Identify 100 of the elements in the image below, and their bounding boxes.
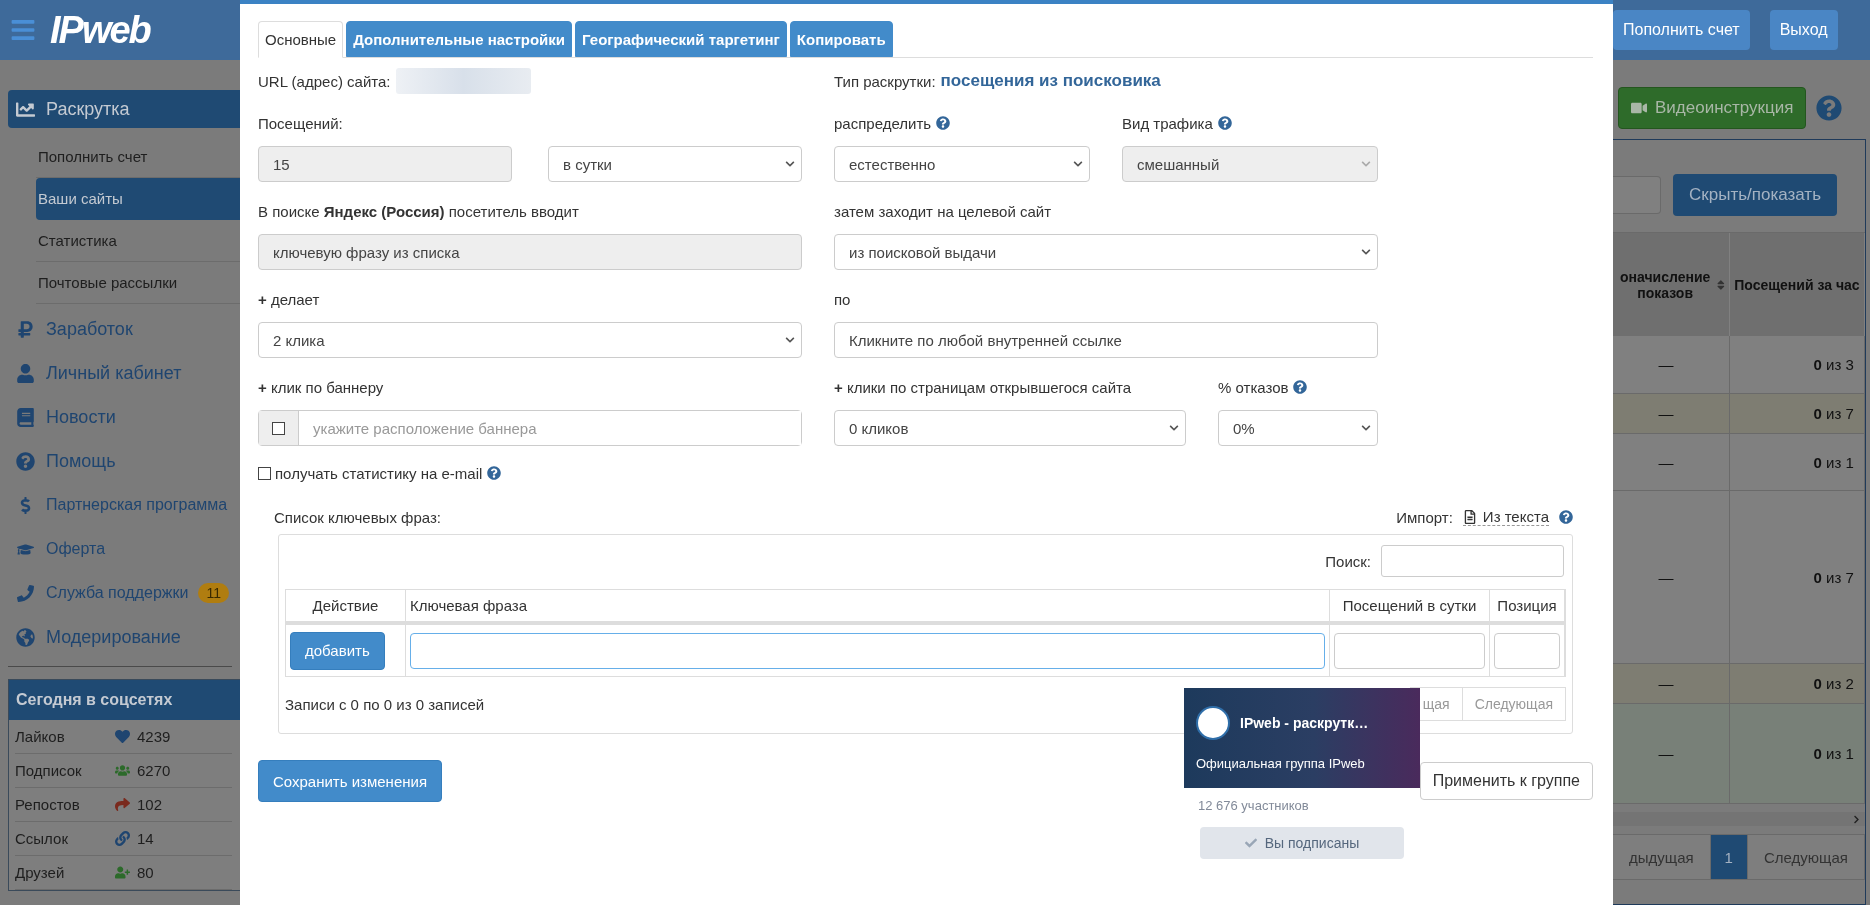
chevron-icon — [1361, 159, 1371, 169]
menu-item[interactable]: Раскрутка — [8, 90, 240, 128]
field-label: распределить — [834, 114, 932, 132]
help-icon[interactable] — [1217, 116, 1232, 130]
submenu-item[interactable]: Ваши сайты — [36, 178, 240, 220]
chevron-icon — [1169, 423, 1179, 433]
stat-label: Репостов — [15, 796, 81, 813]
pagination-button[interactable]: Следующая — [1746, 834, 1865, 880]
field-label: Вид трафика — [1122, 114, 1213, 132]
add-button[interactable]: добавить — [290, 631, 385, 670]
stat-label: Друзей — [15, 864, 66, 881]
select-field[interactable]: 0 кликов — [834, 410, 1186, 446]
column-header: Действие — [286, 590, 406, 624]
menu-item[interactable]: Помощь — [8, 442, 240, 480]
import-label: Импорт: — [1396, 507, 1453, 528]
user-plus-icon — [115, 865, 130, 880]
column-header: Посещений в сутки — [1330, 590, 1490, 624]
field-label: + клик по баннеру — [258, 378, 384, 396]
save-button[interactable]: Сохранить изменения — [258, 760, 443, 802]
input-field[interactable] — [410, 632, 1325, 669]
field-label: + делает — [258, 290, 320, 308]
tab[interactable]: Копировать — [789, 21, 893, 57]
checkbox[interactable] — [258, 466, 271, 480]
help-icon[interactable] — [487, 466, 502, 480]
select-field[interactable]: из поисковой выдачи — [834, 234, 1378, 270]
field-label: Посещений: — [258, 114, 343, 132]
select-field[interactable]: 0% — [1218, 410, 1378, 446]
stat-label: Ссылок — [15, 830, 69, 847]
members-count: 12 676 участников — [1198, 798, 1309, 813]
table-cell: 0 из 2 — [1813, 675, 1854, 692]
help-icon[interactable] — [1293, 380, 1308, 394]
table-cell: — — [1658, 453, 1674, 471]
phone-icon — [16, 584, 34, 602]
table-cell: — — [1658, 568, 1674, 586]
table-cell: — — [1658, 675, 1674, 692]
stat-value: 4239 — [137, 728, 171, 745]
input-field[interactable] — [1613, 176, 1661, 214]
table-cell: 0 из 7 — [1813, 405, 1854, 422]
chevron-icon — [785, 335, 795, 345]
stat-value: 102 — [137, 796, 163, 813]
promotion-type: посещения из поисковика — [940, 71, 1161, 91]
header-button[interactable]: Выход — [1769, 10, 1838, 50]
subscribed-button[interactable]: Вы подписаны — [1200, 827, 1404, 859]
stat-value: 6270 — [137, 762, 171, 779]
menu-item[interactable]: Служба поддержки 11 — [8, 574, 240, 612]
video-camera-icon — [1631, 100, 1647, 116]
menu-item[interactable]: Новости — [8, 398, 240, 436]
field-label: по — [834, 290, 851, 308]
user-icon — [15, 363, 35, 383]
group-name[interactable]: IPweb - раскрутк… — [1240, 714, 1369, 731]
heart-icon — [115, 729, 130, 744]
pagination-button[interactable]: 1 — [1709, 834, 1748, 880]
pagination-button[interactable]: Следующая — [1461, 687, 1566, 721]
menu-icon[interactable] — [10, 17, 36, 43]
chart-icon — [15, 99, 35, 119]
select-field[interactable]: 2 клика — [258, 322, 802, 358]
menu-item[interactable]: Партнерская программа — [8, 486, 240, 524]
menu-item[interactable]: Оферта — [8, 530, 240, 568]
share-icon — [115, 797, 130, 812]
help-icon[interactable] — [1559, 510, 1573, 524]
sort-icon[interactable] — [1717, 278, 1725, 291]
video-button[interactable]: Видеоинструкция — [1618, 87, 1807, 129]
column-header: Ключевая фраза — [406, 590, 1330, 624]
select-field[interactable]: естественно — [834, 146, 1090, 182]
checkbox[interactable] — [272, 421, 285, 435]
help-icon[interactable] — [936, 116, 951, 130]
table-cell: — — [1658, 356, 1674, 373]
menu-item[interactable]: Модерирование — [8, 618, 240, 656]
group-logo-icon — [1196, 705, 1230, 740]
field-label: Тип раскрутки: — [834, 72, 936, 90]
column-header: Позиция — [1490, 590, 1565, 624]
chevron-icon — [1361, 423, 1371, 433]
scroll-right-icon[interactable] — [1851, 814, 1861, 824]
stat-value: 14 — [137, 830, 154, 847]
check-icon — [1244, 837, 1257, 849]
tab[interactable]: Основные — [258, 21, 344, 58]
count-badge: 11 — [198, 583, 229, 603]
header-button[interactable]: Пополнить счет — [1613, 10, 1750, 50]
table-cell: — — [1658, 745, 1674, 762]
stat-label: Подписок — [15, 762, 83, 779]
menu-item[interactable]: Заработок — [8, 310, 240, 348]
pagination-button[interactable]: дыдущая — [1612, 834, 1711, 880]
toggle-button[interactable]: Скрыть/показать — [1673, 174, 1837, 216]
import-link[interactable]: Из текста — [1462, 508, 1549, 526]
table-cell: 0 из 1 — [1813, 453, 1854, 471]
document-icon — [1462, 509, 1477, 524]
tab[interactable]: Географический таргетинг — [575, 21, 787, 57]
tab[interactable]: Дополнительные настройки — [346, 21, 573, 57]
menu-item[interactable]: Личный кабинет — [8, 354, 240, 392]
search-label: Поиск: — [1325, 551, 1371, 572]
field-label: затем заходит на целевой сайт — [834, 202, 1052, 220]
input-field[interactable]: Кликните по любой внутренней ссылке — [834, 322, 1378, 358]
search-field[interactable] — [1381, 545, 1564, 577]
field-label: % отказов — [1218, 378, 1289, 396]
stat-label: Лайков — [15, 728, 66, 745]
apply-button[interactable]: Применить к группе — [1419, 762, 1593, 800]
panel-title: Сегодня в соцсетях — [9, 680, 240, 720]
link-icon — [115, 831, 130, 846]
group-subtitle: Официальная группа IPweb — [1196, 755, 1366, 771]
chevron-icon — [1361, 247, 1371, 257]
